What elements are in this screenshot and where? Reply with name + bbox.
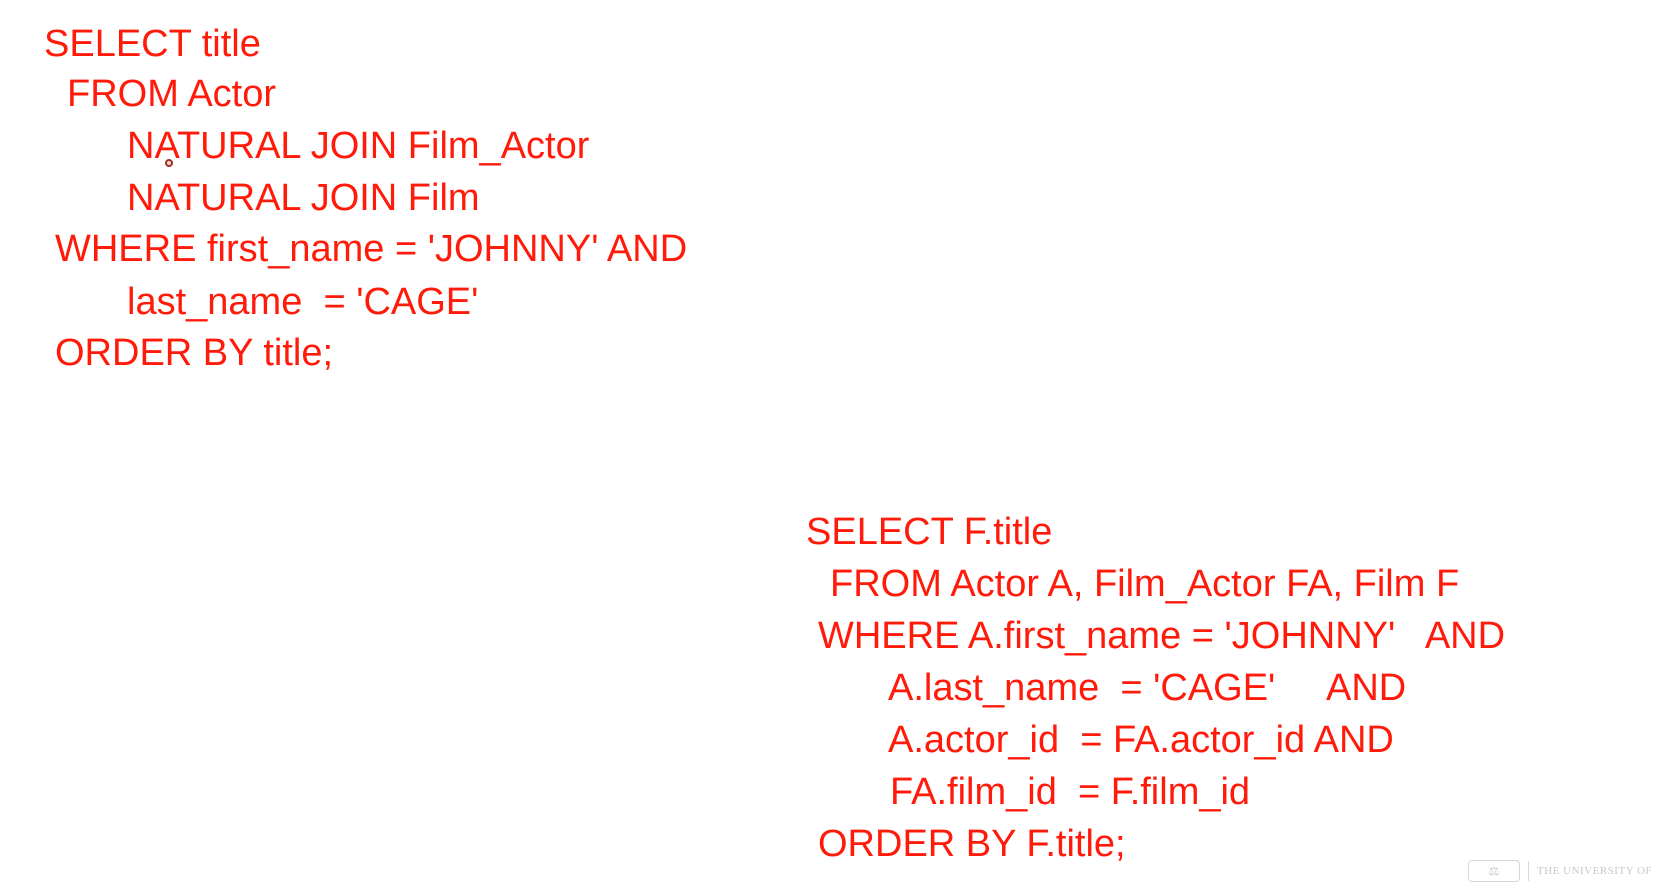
query-line-from: FROM Actor A, Film_Actor FA, Film F (830, 563, 1460, 605)
query-line-order-by: ORDER BY F.title; (818, 823, 1126, 865)
query-line-order-by: ORDER BY title; (55, 332, 334, 374)
query-line-where: WHERE first_name = 'JOHNNY' AND (55, 228, 688, 270)
mouse-pointer-icon (165, 159, 173, 167)
query-line-select: SELECT F.title (806, 511, 1053, 553)
university-watermark: ⚖ THE UNIVERSITY OF (1468, 858, 1654, 883)
query-line-from: FROM Actor (67, 73, 277, 115)
query-line-where: WHERE A.first_name = 'JOHNNY' AND (818, 615, 1506, 657)
query-line-where-cont: last_name = 'CAGE' (127, 281, 479, 323)
watermark-text: THE UNIVERSITY OF (1537, 864, 1653, 877)
university-seal-icon: ⚖ (1468, 859, 1520, 882)
query-line-where-last-name: A.last_name = 'CAGE' AND (888, 667, 1407, 709)
query-line-join-film-actor: NATURAL JOIN Film_Actor (127, 125, 590, 167)
slide-canvas: SELECT title FROM Actor NATURAL JOIN Fil… (0, 0, 1654, 883)
query-line-where-film-id: FA.film_id = F.film_id (890, 771, 1251, 813)
watermark-divider (1528, 860, 1529, 881)
query-line-where-actor-id: A.actor_id = FA.actor_id AND (888, 719, 1394, 761)
query-line-join-film: NATURAL JOIN Film (127, 177, 480, 219)
query-line-select: SELECT title (44, 23, 261, 65)
